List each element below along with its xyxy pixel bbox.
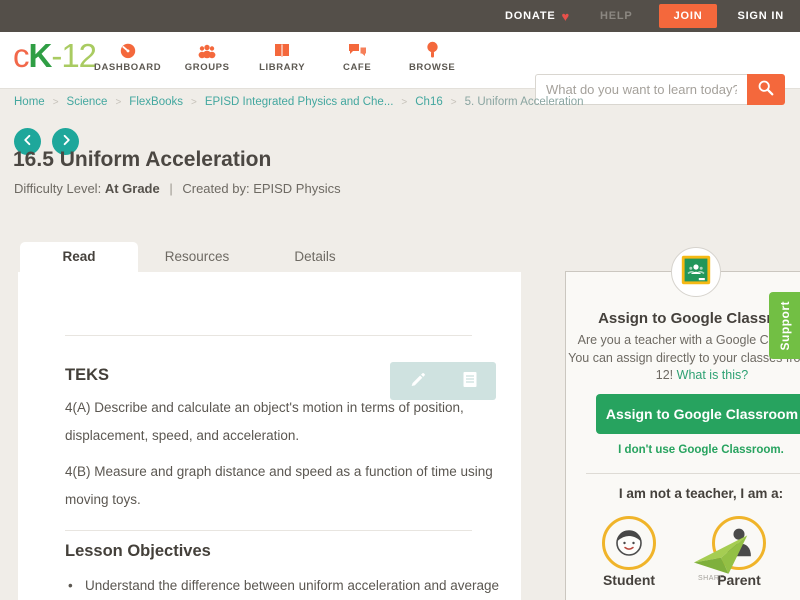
share-widget[interactable] [693,534,751,581]
difficulty-label: Difficulty Level: [14,181,102,196]
browse-bulb-icon [403,40,461,59]
breadcrumb-separator: > [190,96,197,108]
site-header: cK-12 DASHBOARD GROUPS LIBRARY CAFE BROW… [0,32,800,105]
lesson-objectives-heading: Lesson Objectives [65,542,211,560]
google-classroom-icon [681,255,711,290]
teks-item-a: 4(A) Describe and calculate an object's … [65,400,464,443]
student-face-icon [611,523,647,564]
ck12-lesson-page: DONATE ♥ HELP JOIN SIGN IN cK-12 DASHBOA… [0,0,800,600]
lesson-content-card: TEKS 4(A) Describe and calculate an obje… [18,272,521,600]
library-book-icon [253,40,311,59]
breadcrumb-chapter[interactable]: Ch16 [415,96,443,108]
support-tab-label: Support [777,300,792,351]
logo-part-k: K [28,37,53,74]
nav-label: LIBRARY [259,62,306,73]
nav-label: CAFE [343,62,372,73]
help-link[interactable]: HELP [600,10,633,22]
breadcrumb-separator: > [52,96,59,108]
nav-item-dashboard[interactable]: DASHBOARD [94,40,161,73]
nav-label: BROWSE [408,62,456,73]
meta-divider: | [169,181,173,196]
student-role-button[interactable] [602,516,656,570]
nav-label: DASHBOARD [94,62,162,73]
difficulty-value: At Grade [104,181,160,196]
document-icon [462,371,478,391]
nav-item-browse[interactable]: BROWSE [403,40,461,73]
tab-resources[interactable]: Resources [138,242,256,272]
nav-item-groups[interactable]: GROUPS [178,40,236,73]
classroom-panel-heading: Assign to Google Classroom [598,310,800,327]
heart-icon: ♥ [561,8,571,24]
join-button[interactable]: JOIN [658,4,718,28]
logo-part-c: c [13,37,29,74]
breadcrumb-home[interactable]: Home [14,96,45,108]
logo-part-12: -12 [51,37,97,74]
roles-heading: I am not a teacher, I am a: [618,486,784,501]
nav-item-cafe[interactable]: CAFE [328,40,386,73]
what-is-this-link[interactable]: What is this? [677,368,749,382]
breadcrumb-separator: > [115,96,122,108]
donate-label: DONATE [505,10,556,22]
breadcrumb-separator: > [401,96,408,108]
nav-item-library[interactable]: LIBRARY [253,40,311,73]
teks-heading: TEKS [65,366,110,384]
page-title: 16.5 Uniform Acceleration [13,148,272,171]
breadcrumb-separator: > [450,96,457,108]
breadcrumb-book[interactable]: EPISD Integrated Physics and Che... [205,96,394,108]
top-utility-bar: DONATE ♥ HELP JOIN SIGN IN [0,0,800,32]
breadcrumb-science[interactable]: Science [67,96,108,108]
divider [65,530,472,531]
dont-use-classroom-link[interactable]: I don't use Google Classroom. [566,444,800,456]
created-by-value: EPISD Physics [253,181,341,196]
main-nav: DASHBOARD GROUPS LIBRARY CAFE BROWSE [94,40,461,73]
search-icon [757,79,775,100]
student-label[interactable]: Student [589,572,669,588]
donate-link[interactable]: DONATE ♥ [505,9,570,24]
google-classroom-panel: Assign to Google Classroom Are you a tea… [565,247,800,600]
tab-details[interactable]: Details [256,242,374,272]
divider [586,473,800,474]
assign-to-classroom-button[interactable]: Assign to Google Classroom [596,394,800,434]
breadcrumb-current: 5. Uniform Acceleration [464,96,584,108]
cafe-chat-icon [328,40,386,59]
divider [65,335,472,336]
classroom-panel-text: Are you a teacher with a Google Classroo… [568,332,800,385]
created-by-label: Created by: [182,181,250,196]
search-button[interactable] [747,74,785,105]
pencil-icon [409,372,425,391]
dashboard-gauge-icon [94,40,161,59]
share-label: SHARE [698,575,725,582]
breadcrumb-flexbooks[interactable]: FlexBooks [129,96,183,108]
lesson-meta: Difficulty Level: At Grade | Created by:… [14,181,341,196]
sign-in-button[interactable]: SIGN IN [737,10,784,22]
ck12-logo[interactable]: cK-12 [13,37,97,75]
classroom-badge [671,247,721,297]
content-tabs: Read Resources Details [20,242,374,272]
support-tab[interactable]: Support [769,292,800,359]
tab-read[interactable]: Read [20,242,138,272]
groups-people-icon [178,40,236,59]
nav-label: GROUPS [184,62,230,73]
objective-item: Understand the difference between unifor… [68,573,518,599]
breadcrumb: Home > Science > FlexBooks > EPISD Integ… [14,96,583,108]
teks-item-b: 4(B) Measure and graph distance and spee… [65,464,493,507]
